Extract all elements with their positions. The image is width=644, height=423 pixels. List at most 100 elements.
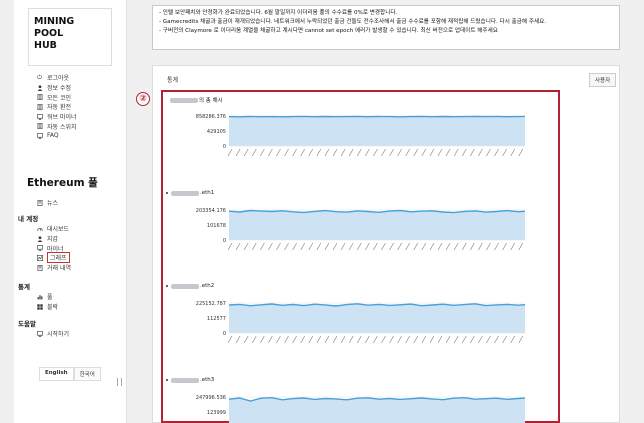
nav-item-all-coins[interactable]: 모든 코인 (36, 92, 77, 102)
x-tick-mark (276, 335, 281, 344)
nav-item-pool[interactable]: 풀 (36, 292, 58, 302)
x-tick-mark (421, 148, 427, 157)
x-tick-mark (486, 335, 491, 344)
help-nav: 시작하기 (36, 329, 69, 339)
y-tick-label: 0 (223, 144, 226, 150)
nav-item-edit-info[interactable]: 정보 수정 (36, 83, 77, 93)
news-nav: 뉴스 (36, 198, 58, 208)
nav-item-auto-switch[interactable]: 자동 스위치 (36, 121, 77, 131)
x-tick-mark (324, 148, 330, 157)
nav-label: 시작하기 (47, 331, 70, 339)
x-tick-mark (405, 242, 410, 251)
annotation-number-badge: ② (136, 92, 150, 106)
nav-item-faq[interactable]: FAQ (36, 131, 77, 141)
stats-heading: 통계 (18, 283, 30, 291)
y-tick-label: 112577 (207, 316, 226, 322)
chart-eth3: 247996.536 123999 (196, 395, 525, 423)
x-tick-mark (276, 148, 281, 157)
x-tick-mark (300, 242, 305, 251)
nav-label: 자동 스위치 (47, 123, 77, 131)
x-tick-mark (405, 148, 410, 157)
redacted-username (171, 283, 199, 289)
x-tick-mark (251, 242, 257, 251)
x-tick-mark (243, 242, 249, 251)
document-icon (36, 94, 43, 101)
redacted-username (171, 190, 199, 196)
chart-caption-eth3: .eth3 (166, 377, 214, 383)
x-tick-mark (365, 242, 370, 251)
notice-line: - Gamecredits 채굴과 출금이 재개되었습니다. 네트워크에서 누락… (159, 19, 547, 25)
document-icon (36, 264, 43, 271)
x-tick-mark (235, 148, 241, 157)
nav-label: 거래 내역 (47, 265, 71, 273)
monitor-icon (36, 113, 43, 120)
x-tick-mark (251, 335, 257, 344)
nav-label: 워브 마이너 (47, 114, 77, 122)
x-tick-mark (429, 148, 435, 157)
x-tick-mark (445, 242, 451, 251)
x-tick-mark (260, 335, 265, 344)
nav-label: 정보 수정 (47, 85, 71, 93)
notice-line: - 구버전의 Claymore 로 이더리움 계열을 채굴하고 계시다면 can… (159, 28, 498, 34)
x-tick-mark (381, 148, 386, 157)
nav-item-wallet[interactable]: 지갑 (36, 234, 71, 244)
nav-item-transactions[interactable]: 거래 내역 (36, 263, 71, 273)
top-nav: ⏻ 로그아웃 정보 수정 모든 코인 자동 환전 워브 마이너 자동 스위치 FA… (36, 73, 77, 141)
nav-item-getting-started[interactable]: 시작하기 (36, 329, 69, 339)
x-tick-mark (300, 335, 305, 344)
x-tick-mark (316, 148, 322, 157)
x-tick-mark (292, 242, 297, 251)
x-tick-mark (470, 242, 475, 251)
x-tick-mark (478, 148, 483, 157)
nav-item-blocks[interactable]: 블락 (36, 302, 58, 312)
x-tick-mark (260, 242, 265, 251)
sidebar-resize-handle[interactable] (117, 378, 122, 386)
nav-label: 자동 환전 (47, 104, 71, 112)
x-tick-mark (502, 335, 507, 344)
x-tick-mark (453, 148, 459, 157)
x-tick-mark (397, 148, 402, 157)
nav-item-logout[interactable]: ⏻ 로그아웃 (36, 73, 77, 83)
x-tick-mark (510, 242, 515, 251)
lang-english-button[interactable]: English (39, 367, 74, 381)
x-tick-mark (397, 242, 402, 251)
dashboard-icon (36, 225, 43, 232)
x-tick-mark (365, 148, 370, 157)
nav-item-dashboard[interactable]: 대시보드 (36, 224, 71, 234)
nav-label: 로그아웃 (47, 75, 70, 83)
x-tick-mark (268, 242, 273, 251)
x-tick-mark (478, 335, 483, 344)
language-switcher: English 한국어 (39, 367, 101, 381)
user-icon (36, 84, 43, 91)
redacted-username (170, 97, 198, 103)
nav-label: 뉴스 (47, 200, 59, 208)
nav-item-graph[interactable]: 그래프 (36, 252, 71, 264)
x-tick-mark (413, 148, 419, 157)
lang-korean-button[interactable]: 한국어 (73, 367, 101, 381)
x-tick-mark (502, 242, 507, 251)
redacted-username (171, 377, 199, 383)
x-tick-mark (445, 148, 451, 157)
nav-item-auto-exchange[interactable]: 자동 환전 (36, 102, 77, 112)
mining-pool-hub-logo[interactable]: MINING POOL HUB (28, 8, 112, 66)
x-tick-mark (365, 335, 370, 344)
pool-title: Ethereum 풀 (27, 177, 98, 189)
document-icon (36, 103, 43, 110)
x-tick-mark (389, 335, 394, 344)
nav-label: 모든 코인 (47, 94, 71, 102)
nav-item-web-miner[interactable]: 워브 마이너 (36, 112, 77, 122)
x-tick-mark (494, 335, 499, 344)
document-icon (36, 123, 43, 130)
nav-label: FAQ (47, 132, 59, 140)
x-tick-mark (284, 148, 289, 157)
nav-label: 마이너 (47, 245, 64, 253)
x-tick-mark (332, 242, 338, 251)
monitor-icon (36, 245, 43, 252)
nav-label: 그래프 (47, 252, 70, 264)
x-tick-mark (356, 148, 362, 157)
series-area (229, 210, 525, 240)
nav-item-news[interactable]: 뉴스 (36, 198, 58, 208)
x-tick-mark (453, 335, 459, 344)
x-tick-mark (381, 335, 386, 344)
user-button[interactable]: 사용자 (589, 73, 617, 87)
